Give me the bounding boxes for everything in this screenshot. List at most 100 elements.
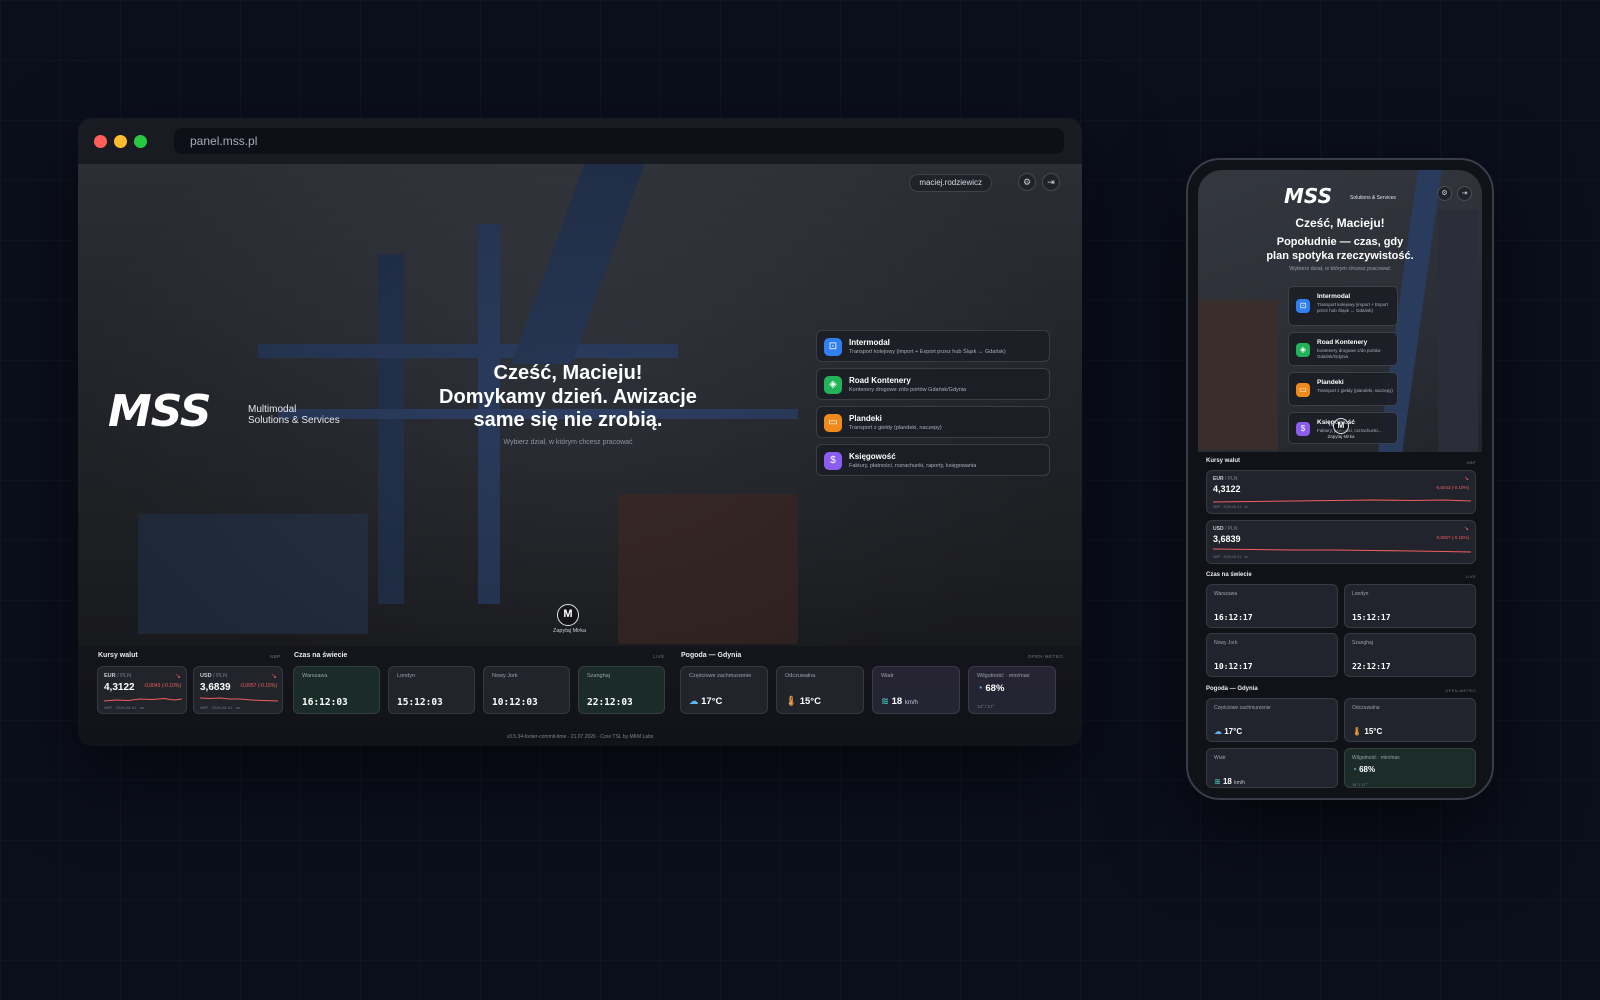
fx-pair-base: USD — [200, 673, 212, 679]
clock-card: Szanghaj 22:12:03 — [578, 666, 665, 714]
truck-icon: ▭ — [1296, 383, 1310, 397]
clock-city: Nowy Jork — [492, 673, 518, 679]
ask-mirek-label: Zapytaj Mirka — [553, 628, 587, 634]
wind-icon: ≋ — [1214, 777, 1221, 786]
fx-pair-quote: / PLN — [117, 673, 131, 679]
trend-down-icon: ↘ — [271, 673, 277, 680]
department-plandeki[interactable]: ▭ Plandeki Transport z giełdy (plandeki,… — [1288, 372, 1398, 406]
address-bar[interactable]: panel.mss.pl — [174, 128, 1064, 154]
department-road-kontenery[interactable]: ◈ Road Kontenery Kontenery drogowe z/do … — [816, 368, 1050, 400]
department-description: Transport z giełdy (plandeki, naczepy) — [1317, 388, 1393, 393]
weather-value: ☁ 17°C — [689, 696, 722, 707]
weather-value: ≋ 18 km/h — [1214, 777, 1245, 786]
box-icon: ◈ — [824, 376, 842, 394]
clock-time: 15:12:17 — [1352, 613, 1391, 622]
weather-reading: 68% — [1359, 765, 1376, 774]
fx-date: NBP · 2026-06-31 · on — [1213, 505, 1249, 509]
weather-reading: 15°C — [799, 696, 821, 707]
department-description: Transport kolejowy (import + Export prze… — [849, 349, 1006, 355]
humidity-icon: ◔ — [977, 683, 983, 694]
department-intermodal[interactable]: ⊡ Intermodal Transport kolejowy (import … — [1288, 286, 1398, 326]
desktop-browser-window: panel.mss.pl maciej.rodziewicz ⚙ ⇥ MSS M… — [78, 118, 1082, 746]
weather-card: Wiatr ≋ 18 km/h — [872, 666, 960, 714]
clocks-section-title: Czas na świecie — [1206, 572, 1252, 578]
logout-icon[interactable]: ⇥ — [1457, 186, 1472, 201]
fx-pair: EUR / PLN — [1213, 476, 1237, 482]
container-stack-illustration — [1198, 300, 1278, 450]
fx-pair-base: EUR — [1213, 476, 1224, 482]
fx-card-usd[interactable]: USD / PLN ↘ 3,6839 -0,0057 (-0.15%) NBP … — [1206, 520, 1476, 564]
ask-mirek-button[interactable]: M Zapytaj Mirka — [1326, 418, 1356, 439]
hero-line: same się nie zrobią. — [473, 409, 663, 431]
browser-toolbar: panel.mss.pl — [78, 118, 1082, 164]
weather-card: Odczuwalna 🌡 15°C — [1344, 698, 1476, 742]
train-icon: ⊡ — [824, 338, 842, 356]
logout-icon[interactable]: ⇥ — [1042, 173, 1060, 191]
department-intermodal[interactable]: ⊡ Intermodal Transport kolejowy (import … — [816, 330, 1050, 362]
clock-card: Nowy Jork 10:12:03 — [483, 666, 570, 714]
weather-label: Wilgotność · min/max — [977, 673, 1030, 679]
fx-card-eur[interactable]: EUR / PLN ↘ 4,3122 -0,0043 (-0.10%) NBP … — [97, 666, 187, 714]
fx-date: NBP · 2026-06-31 · on — [1213, 555, 1249, 559]
fx-sparkline — [1213, 548, 1471, 553]
hero-line: Domykamy dzień. Awizacje — [439, 386, 697, 408]
window-minimize-button[interactable] — [114, 135, 127, 148]
mobile-hero: MSS Solutions & Services ⚙ ⇥ Cześć, Maci… — [1198, 170, 1482, 452]
money-icon: $ — [1296, 422, 1310, 436]
fx-sparkline — [1213, 499, 1471, 503]
fx-card-usd[interactable]: USD / PLN ↘ 3,6839 -0,0057 (-0.15%) NBP … — [193, 666, 283, 714]
clock-city: Szanghaj — [1352, 640, 1373, 646]
window-maximize-button[interactable] — [134, 135, 147, 148]
department-ksiegowosc[interactable]: $ Księgowość Faktury, płatności, rozrach… — [816, 444, 1050, 476]
clock-city: Londyn — [397, 673, 416, 679]
clock-card: Warszawa 16:12:17 — [1206, 584, 1338, 628]
clock-card: Londyn 15:12:17 — [1344, 584, 1476, 628]
department-plandeki[interactable]: ▭ Plandeki Transport z giełdy (plandeki,… — [816, 406, 1050, 438]
weather-value: 🌡 15°C — [1352, 727, 1382, 736]
window-close-button[interactable] — [94, 135, 107, 148]
weather-label: Częściowe zachmurzenie — [1214, 705, 1271, 711]
clock-time: 15:12:03 — [397, 697, 443, 708]
fx-pair-base: EUR — [104, 673, 116, 679]
hero-heading: Cześć, Macieju! Domykamy dzień. Awizacje… — [418, 360, 718, 432]
department-description: Kontenery drogowe z/do portów Gdańsk/Gdy… — [1317, 348, 1381, 359]
fx-rate: 4,3122 — [104, 682, 135, 693]
weather-card: Częściowe zachmurzenie ☁ 17°C — [1206, 698, 1338, 742]
money-icon: $ — [824, 452, 842, 470]
fx-card-eur[interactable]: EUR / PLN ↘ 4,3122 -0,0043 (-0.10%) NBP … — [1206, 470, 1476, 514]
fx-date: NBP · 2026-06-31 · on — [104, 705, 145, 710]
ask-mirek-label: Zapytaj Mirka — [1327, 434, 1355, 439]
cloud-sun-icon: ☁ — [689, 696, 699, 707]
info-panel: Kursy walut NBP EUR / PLN ↘ 4,3122 -0,00… — [78, 646, 1082, 746]
cloud-sun-icon: ☁ — [1214, 727, 1222, 736]
clock-time: 10:12:17 — [1214, 662, 1253, 671]
weather-value: ◔ 68% — [1352, 765, 1375, 774]
user-gear-icon[interactable]: ⚙ — [1437, 186, 1452, 201]
fx-pair: EUR / PLN — [104, 673, 131, 679]
user-gear-icon[interactable]: ⚙ — [1018, 173, 1036, 191]
fx-source-tag: NBP — [270, 654, 281, 659]
mss-logo: MSS — [108, 386, 212, 437]
fx-pair-quote: / PLN — [1224, 526, 1238, 532]
weather-source-tag: OPEN-METEO — [1445, 688, 1476, 693]
fx-change: -0,0043 (-0.10%) — [1435, 485, 1469, 490]
clock-city: Warszawa — [302, 673, 328, 679]
weather-minmax: 14° / 17° — [977, 704, 995, 709]
weather-source-tag: OPEN-METEO — [1028, 654, 1064, 659]
fx-rate: 3,6839 — [1213, 534, 1241, 544]
clock-time: 22:12:17 — [1352, 662, 1391, 671]
ask-mirek-button[interactable]: M Zapytaj Mirka — [553, 604, 587, 634]
fx-source-tag: NBP — [1466, 460, 1476, 465]
fx-change: -0,0057 (-0.15%) — [1435, 535, 1469, 540]
user-menu-chip[interactable]: maciej.rodziewicz — [909, 174, 992, 192]
weather-value: ◔ 68% — [977, 683, 1004, 694]
department-name: Księgowość — [849, 452, 896, 461]
weather-label: Wiatr — [881, 673, 894, 679]
wind-icon: ≋ — [881, 696, 889, 707]
weather-section-title: Pogoda — Gdynia — [681, 652, 742, 659]
clock-time: 16:12:17 — [1214, 613, 1253, 622]
department-road-kontenery[interactable]: ◈ Road Kontenery Kontenery drogowe z/do … — [1288, 332, 1398, 366]
weather-card: Odczuwalna 🌡 15°C — [776, 666, 864, 714]
thermometer-icon: 🌡 — [1352, 727, 1363, 736]
clock-card: Londyn 15:12:03 — [388, 666, 475, 714]
